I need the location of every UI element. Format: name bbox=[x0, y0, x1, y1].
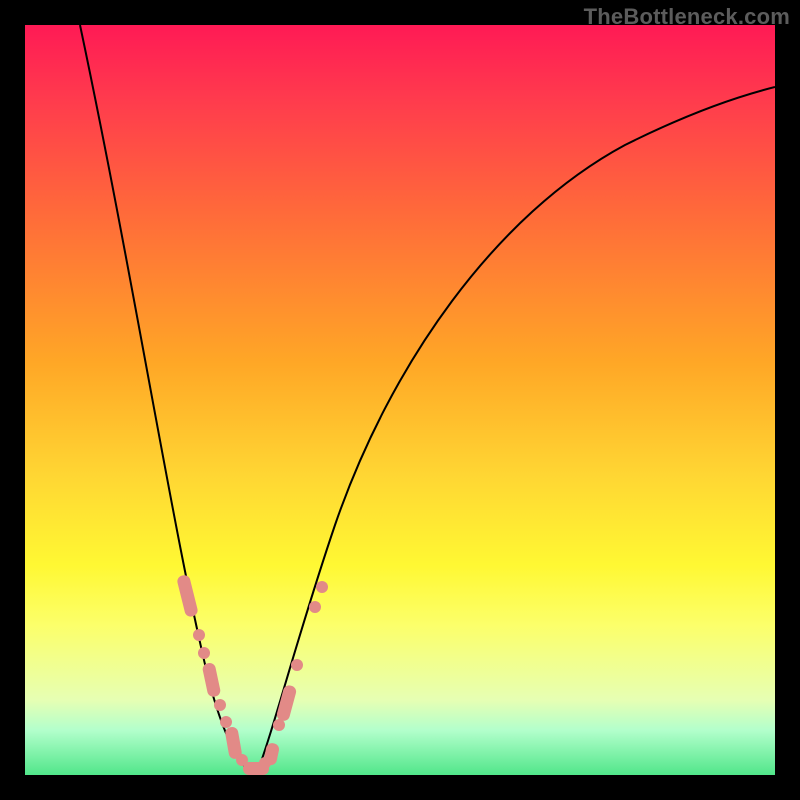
curve-left bbox=[80, 25, 250, 773]
markers-left bbox=[176, 574, 269, 775]
chart-svg bbox=[25, 25, 775, 775]
attribution-label: TheBottleneck.com bbox=[584, 4, 790, 29]
attribution-text: TheBottleneck.com bbox=[584, 4, 790, 30]
plot-area bbox=[25, 25, 775, 775]
curve-right bbox=[257, 87, 775, 773]
markers-right bbox=[259, 581, 328, 769]
chart-container: TheBottleneck.com bbox=[0, 0, 800, 800]
